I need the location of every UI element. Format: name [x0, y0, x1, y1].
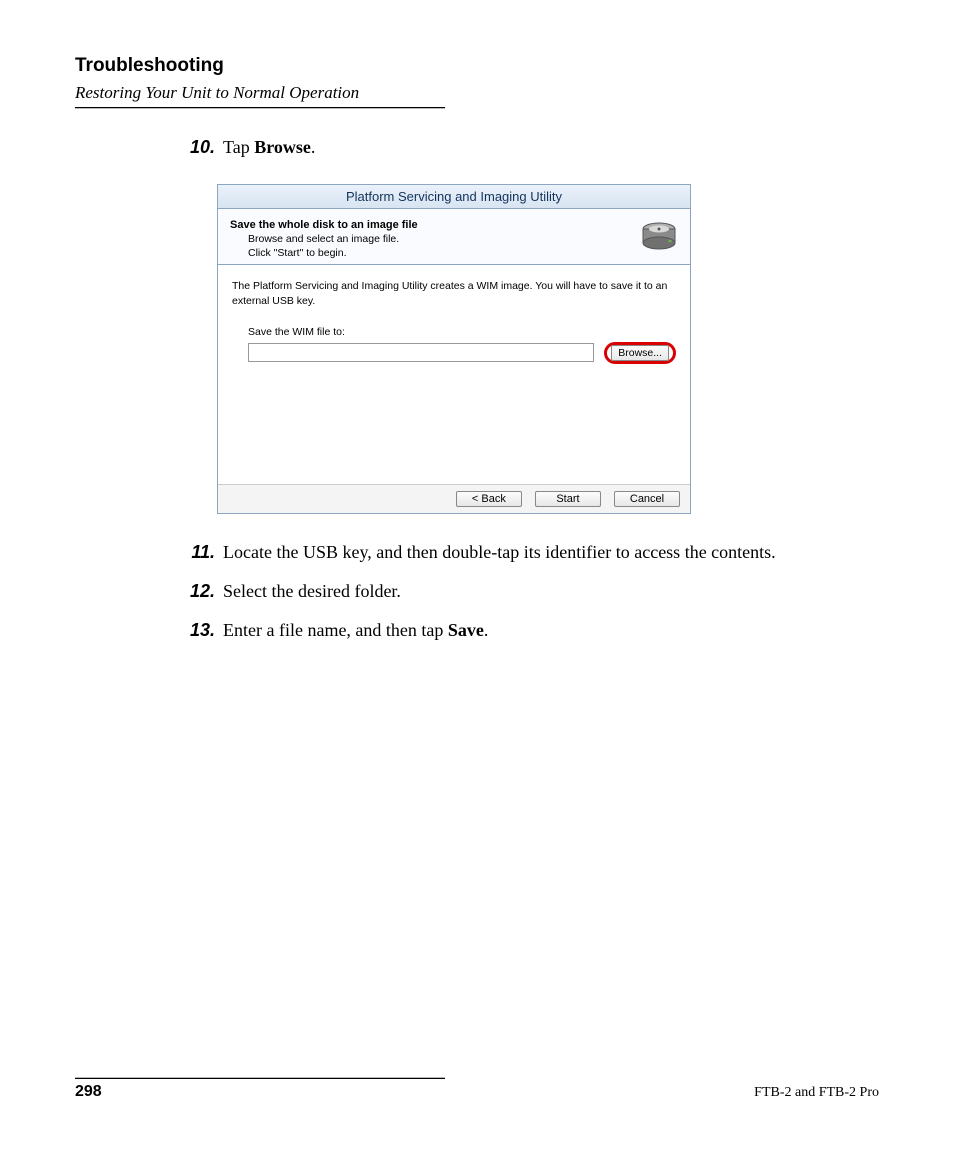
step-bold: Save: [448, 620, 484, 640]
step-post: .: [311, 137, 316, 157]
step-number: 10.: [181, 135, 215, 160]
hard-disk-icon: [640, 219, 678, 260]
cancel-button[interactable]: Cancel: [614, 491, 680, 507]
dialog-instruction-2: Click "Start" to begin.: [248, 247, 640, 261]
step-number: 12.: [181, 579, 215, 604]
dialog-subtitle: Save the whole disk to an image file: [230, 219, 640, 231]
dialog-instruction-1: Browse and select an image file.: [248, 233, 640, 247]
step-11: 11. Locate the USB key, and then double-…: [181, 540, 879, 565]
step-bold: Browse: [254, 137, 311, 157]
utility-dialog: Platform Servicing and Imaging Utility S…: [217, 184, 691, 514]
page-number: 298: [75, 1083, 102, 1101]
header-rule: [75, 107, 445, 109]
page-footer: 298 FTB-2 and FTB-2 Pro: [75, 1077, 879, 1101]
save-path-input[interactable]: [248, 343, 594, 362]
step-body: Select the desired folder.: [223, 579, 879, 604]
dialog-title: Platform Servicing and Imaging Utility: [218, 185, 690, 209]
dialog-body: The Platform Servicing and Imaging Utili…: [218, 265, 690, 483]
browse-highlight: Browse...: [604, 342, 676, 364]
start-button[interactable]: Start: [535, 491, 601, 507]
step-body: Enter a file name, and then tap Save.: [223, 618, 879, 643]
step-10: 10. Tap Browse.: [181, 135, 879, 160]
step-body: Locate the USB key, and then double-tap …: [223, 540, 879, 565]
step-number: 11.: [181, 540, 215, 565]
dialog-description: The Platform Servicing and Imaging Utili…: [232, 279, 676, 307]
dialog-header: Save the whole disk to an image file Bro…: [218, 209, 690, 265]
step-post: .: [484, 620, 489, 640]
section-title: Restoring Your Unit to Normal Operation: [75, 83, 879, 103]
step-pre: Tap: [223, 137, 254, 157]
step-13: 13. Enter a file name, and then tap Save…: [181, 618, 879, 643]
save-path-label: Save the WIM file to:: [248, 326, 676, 338]
step-pre: Enter a file name, and then tap: [223, 620, 448, 640]
chapter-title: Troubleshooting: [75, 55, 879, 77]
footer-rule: [75, 1077, 445, 1079]
step-body: Tap Browse.: [223, 135, 879, 160]
step-12: 12. Select the desired folder.: [181, 579, 879, 604]
step-number: 13.: [181, 618, 215, 643]
dialog-footer: < Back Start Cancel: [218, 484, 690, 513]
document-id: FTB-2 and FTB-2 Pro: [754, 1085, 879, 1101]
browse-button[interactable]: Browse...: [611, 345, 669, 361]
back-button[interactable]: < Back: [456, 491, 522, 507]
